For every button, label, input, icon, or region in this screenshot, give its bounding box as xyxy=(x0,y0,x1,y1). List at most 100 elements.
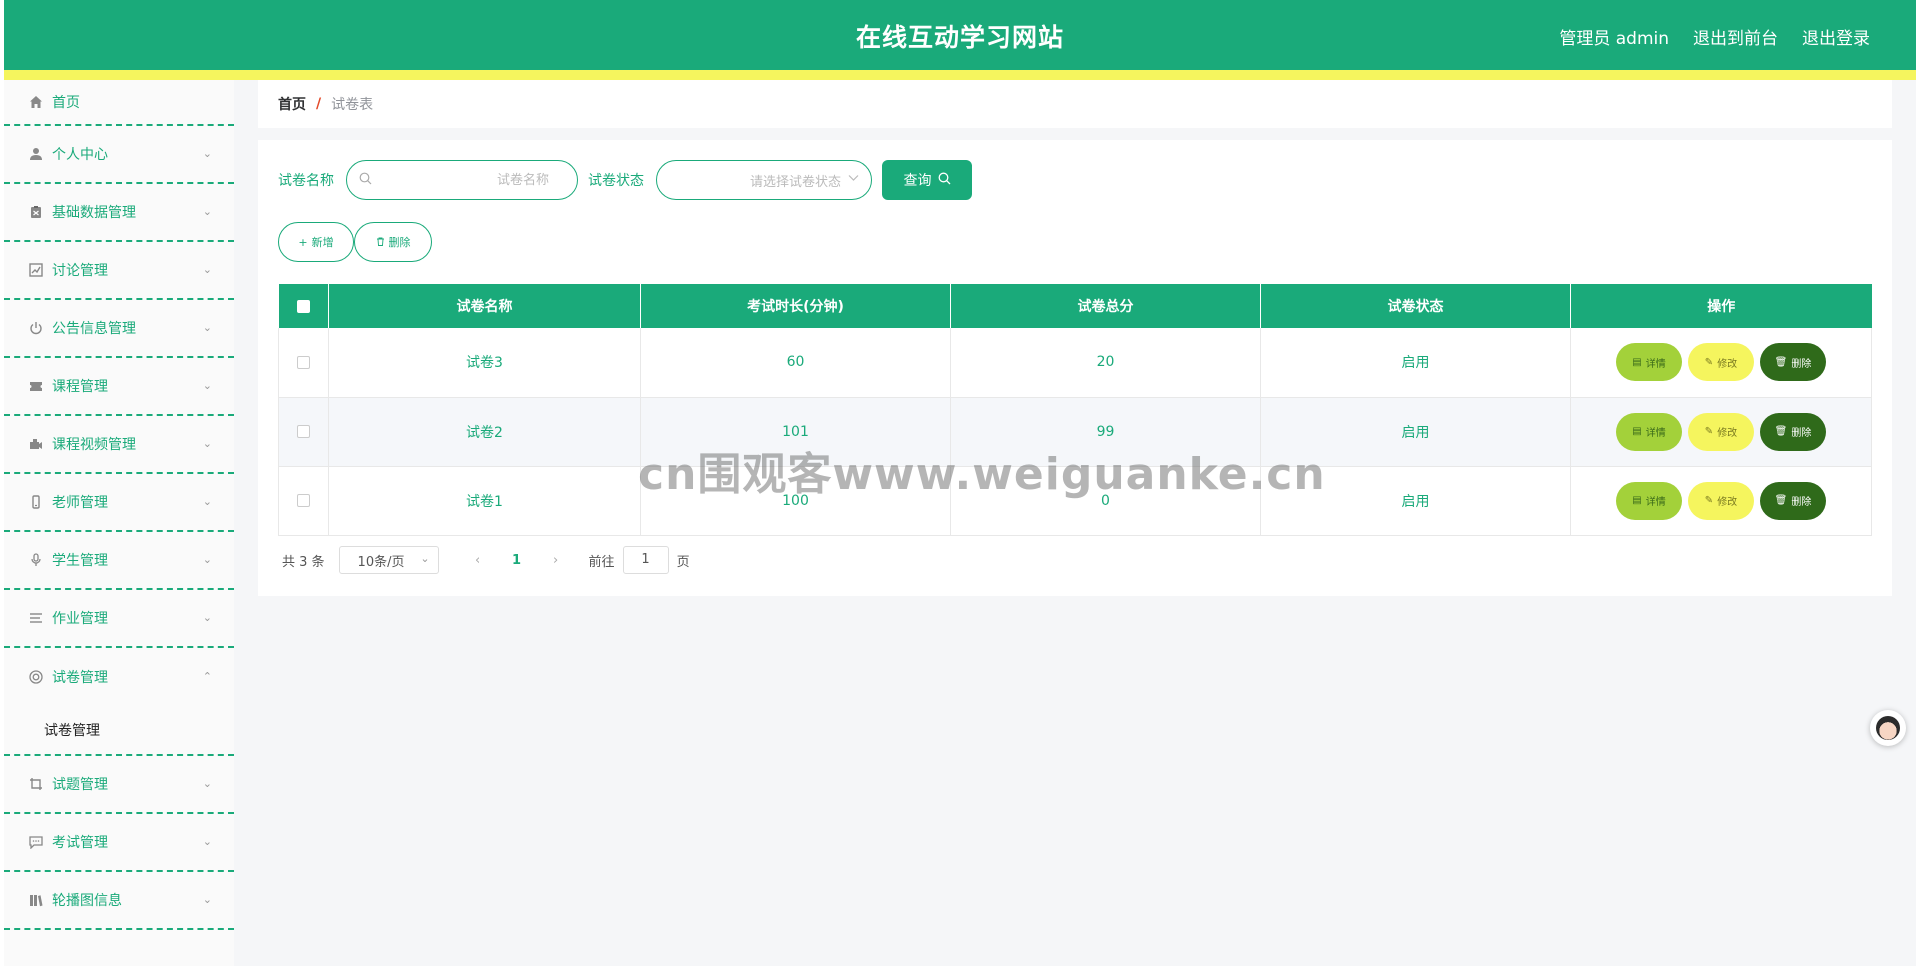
sidebar-item-student[interactable]: 学生管理 ⌄ xyxy=(4,532,234,590)
document-icon: ▤ xyxy=(1632,426,1642,437)
sidebar-item-course-video[interactable]: 课程视频管理 ⌄ xyxy=(4,416,234,474)
chart-icon xyxy=(28,262,44,278)
chevron-down-icon: ⌄ xyxy=(202,610,212,624)
edit-button[interactable]: ✎ 修改 xyxy=(1688,412,1754,451)
edit-button[interactable]: ✎ 修改 xyxy=(1688,481,1754,520)
chat-assistant-avatar[interactable] xyxy=(1870,710,1906,746)
user-icon xyxy=(28,146,44,162)
sidebar-item-home[interactable]: 首页 xyxy=(4,80,234,126)
row-checkbox[interactable] xyxy=(297,425,310,438)
chevron-down-icon xyxy=(848,172,859,186)
name-search-input[interactable] xyxy=(347,161,577,199)
list-icon xyxy=(28,610,44,626)
admin-user-label[interactable]: 管理员 admin xyxy=(1559,24,1669,49)
breadcrumb-home[interactable]: 首页 xyxy=(278,94,306,114)
delete-button[interactable]: 🗑 删除 xyxy=(1760,481,1826,520)
sidebar-item-personal-center[interactable]: 个人中心 ⌄ xyxy=(4,126,234,184)
page-number-current[interactable]: 1 xyxy=(493,553,541,568)
sidebar-item-label: 公告信息管理 xyxy=(52,321,136,337)
document-icon: ▤ xyxy=(1632,356,1642,368)
sidebar-item-discussion[interactable]: 讨论管理 ⌄ xyxy=(4,242,234,300)
sidebar-item-announcement[interactable]: 公告信息管理 ⌄ xyxy=(4,300,234,358)
delete-button-label: 删除 xyxy=(1791,497,1812,508)
goto-suffix: 页 xyxy=(676,554,690,570)
query-button[interactable]: 查询 xyxy=(882,160,972,200)
cell-name: 试卷3 xyxy=(328,328,641,398)
chevron-down-icon: ⌄ xyxy=(202,834,212,848)
sidebar-item-teacher[interactable]: 老师管理 ⌄ xyxy=(4,474,234,532)
message-icon xyxy=(28,834,44,850)
sidebar-item-basic-data[interactable]: 基础数据管理 ⌄ xyxy=(4,184,234,242)
next-page-button[interactable]: › xyxy=(541,553,571,568)
books-icon xyxy=(28,892,44,908)
select-all-checkbox[interactable] xyxy=(296,299,310,313)
sidebar-item-exam[interactable]: 考试管理 ⌄ xyxy=(4,814,234,872)
breadcrumb-current: 试卷表 xyxy=(331,97,374,113)
detail-button-label: 详情 xyxy=(1645,497,1666,508)
sidebar-item-homework[interactable]: 作业管理 ⌄ xyxy=(4,590,234,648)
goto-prefix: 前往 xyxy=(588,554,615,570)
goto-page-input[interactable]: 1 xyxy=(622,546,669,574)
sidebar: 首页 个人中心 ⌄ 基础数据管理 ⌄ 讨论管理 ⌄ 公告信息管理 ⌄ 课程管理 … xyxy=(4,80,234,966)
chevron-down-icon: ⌄ xyxy=(202,436,212,450)
header-score[interactable]: 试卷总分 xyxy=(950,284,1261,328)
cell-actions: ▤ 详情 ✎ 修改 🗑 删除 xyxy=(1570,466,1872,536)
header-duration[interactable]: 考试时长(分钟) xyxy=(640,284,951,328)
header-name[interactable]: 试卷名称 xyxy=(328,284,641,328)
chevron-down-icon: ⌄ xyxy=(202,146,212,160)
breadcrumb: 首页 / 试卷表 xyxy=(258,80,1892,128)
table-header-row: 试卷名称 考试时长(分钟) 试卷总分 试卷状态 操作 xyxy=(278,284,1872,328)
top-header: 在线互动学习网站 管理员 admin 退出到前台 退出登录 xyxy=(4,0,1916,70)
cell-actions: ▤ 详情 ✎ 修改 🗑 删除 xyxy=(1570,397,1872,467)
row-checkbox[interactable] xyxy=(297,494,310,507)
delete-button-label: 删除 xyxy=(388,236,411,249)
home-icon xyxy=(28,94,44,110)
clipboard-icon xyxy=(28,204,44,220)
detail-button[interactable]: ▤ 详情 xyxy=(1616,343,1682,382)
pencil-icon: ✎ xyxy=(1704,356,1714,368)
name-search-label: 试卷名称 xyxy=(278,173,334,189)
sidebar-item-carousel[interactable]: 轮播图信息 ⌄ xyxy=(4,872,234,930)
sidebar-item-label: 课程管理 xyxy=(52,379,108,395)
back-to-front-link[interactable]: 退出到前台 xyxy=(1693,24,1778,49)
row-select-cell xyxy=(278,466,329,536)
ticket-icon xyxy=(28,378,44,394)
phone-icon xyxy=(28,494,44,510)
delete-button[interactable]: 🗑 删除 xyxy=(1760,412,1826,451)
power-icon xyxy=(28,320,44,336)
lifebuoy-icon xyxy=(28,669,44,685)
add-button[interactable]: + 新增 xyxy=(278,222,354,262)
delete-button[interactable]: 🗑 删除 xyxy=(1760,343,1826,382)
pagination: 共 3 条 10条/页 ⌄ ‹ 1 › 前往 1 页 xyxy=(282,546,690,574)
sidebar-item-label: 试卷管理 xyxy=(52,670,108,686)
submenu-item-exam-paper[interactable]: 试卷管理 xyxy=(4,706,234,756)
edit-button[interactable]: ✎ 修改 xyxy=(1688,343,1754,382)
chevron-up-icon: ⌃ xyxy=(202,669,212,683)
sidebar-item-label: 课程视频管理 xyxy=(52,437,136,453)
sidebar-item-label: 老师管理 xyxy=(52,495,108,511)
header-status[interactable]: 试卷状态 xyxy=(1260,284,1571,328)
sidebar-item-course[interactable]: 课程管理 ⌄ xyxy=(4,358,234,416)
pencil-icon: ✎ xyxy=(1704,426,1714,437)
table-row: 试卷3 60 20 启用 ▤ 详情 ✎ 修改 🗑 删除 xyxy=(278,328,1872,398)
delete-button-label: 删除 xyxy=(1791,358,1812,370)
chevron-down-icon: ⌄ xyxy=(202,494,212,508)
trash-icon xyxy=(376,236,385,249)
name-search-field[interactable] xyxy=(346,160,578,200)
edit-button-label: 修改 xyxy=(1717,428,1738,439)
sidebar-item-exam-paper[interactable]: 试卷管理 ⌃ xyxy=(4,648,234,706)
search-icon xyxy=(359,172,372,189)
row-checkbox[interactable] xyxy=(297,355,310,369)
sidebar-item-label: 轮播图信息 xyxy=(52,893,122,909)
sidebar-item-question[interactable]: 试题管理 ⌄ xyxy=(4,756,234,814)
batch-delete-button[interactable]: 删除 xyxy=(354,222,432,262)
logout-link[interactable]: 退出登录 xyxy=(1802,24,1870,49)
watermark: cn围观客www.weiguanke.cn xyxy=(638,449,1326,500)
chevron-down-icon: ⌄ xyxy=(202,320,212,334)
status-select[interactable]: 请选择试卷状态 xyxy=(656,160,872,200)
sidebar-item-label: 考试管理 xyxy=(52,835,108,851)
page-size-select[interactable]: 10条/页 ⌄ xyxy=(338,546,439,574)
detail-button[interactable]: ▤ 详情 xyxy=(1616,481,1682,520)
prev-page-button[interactable]: ‹ xyxy=(463,553,493,568)
detail-button[interactable]: ▤ 详情 xyxy=(1616,412,1682,451)
